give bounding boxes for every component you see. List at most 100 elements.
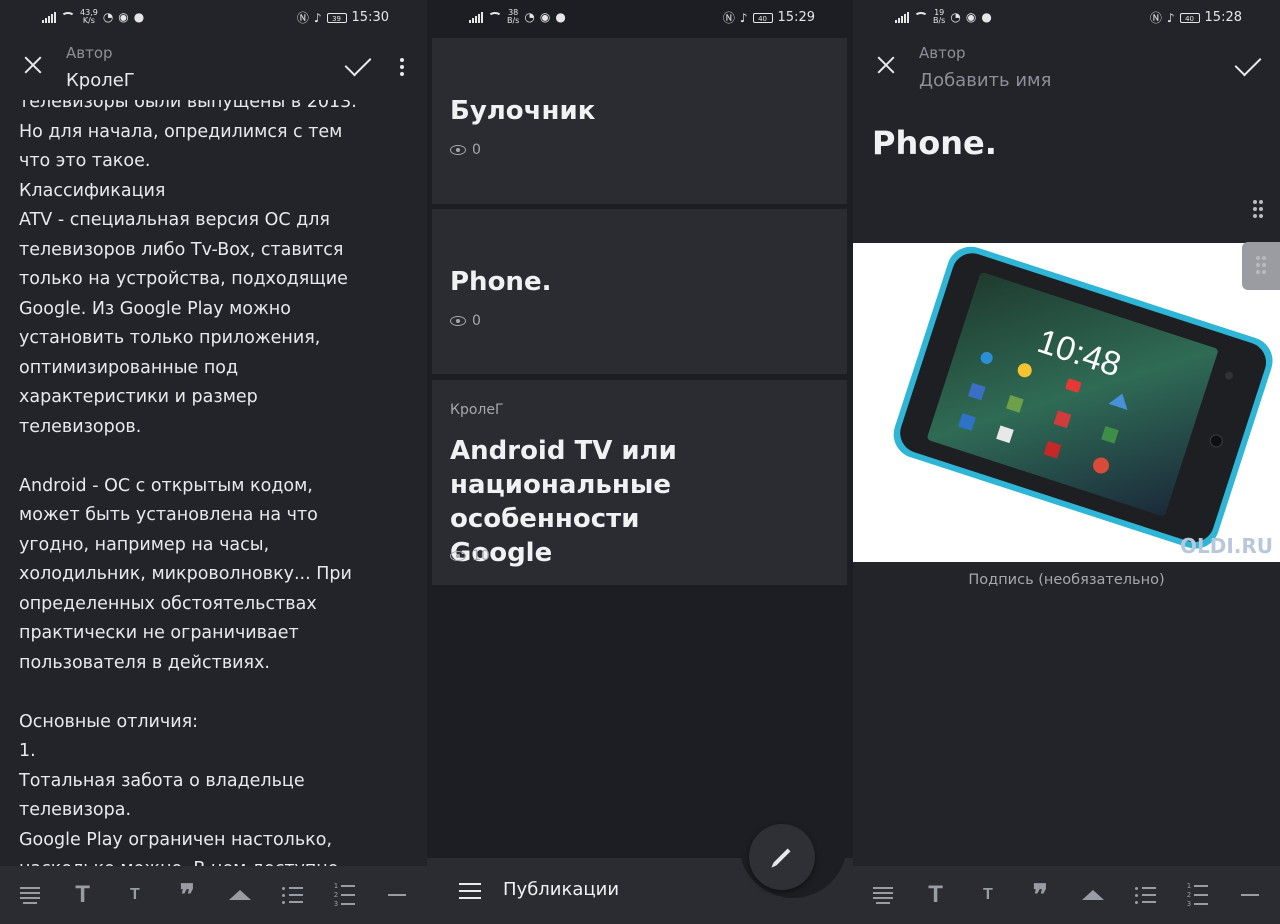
menu-icon[interactable] — [459, 883, 481, 904]
confirm-check-icon[interactable] — [344, 49, 372, 77]
nfc-icon: Ⓝ — [722, 11, 735, 25]
author-label: Автор — [66, 44, 113, 62]
numbered-list-icon[interactable]: 123 — [330, 881, 358, 909]
views-count: 0 — [472, 313, 481, 329]
publications-screen: 38 B/s ◔ ◉ ● Ⓝ ♪ 40 15:29 Булочник 0 Phon… — [427, 0, 853, 924]
phone-photo: 10:48 OLDI.RU — [893, 246, 1273, 558]
clock: 15:29 — [777, 10, 815, 25]
wifi-icon — [914, 12, 928, 22]
publication-card[interactable]: Phone. 0 — [432, 209, 847, 374]
clock: 15:28 — [1204, 10, 1242, 25]
battery-icon: 39 — [326, 12, 347, 23]
watermark-text: OLDI.RU — [1180, 534, 1273, 558]
wifi-icon — [61, 12, 75, 22]
image-icon[interactable] — [1079, 881, 1107, 909]
eye-icon — [450, 316, 466, 326]
heading-small-icon[interactable]: T — [121, 881, 149, 909]
publication-title: Phone. — [450, 267, 552, 297]
publication-card[interactable]: КролеГ Android TV или национальные особе… — [432, 380, 847, 585]
views-counter: 0 — [450, 142, 481, 158]
confirm-check-icon[interactable] — [1234, 49, 1262, 77]
publication-title: Булочник — [450, 96, 596, 126]
author-name-field[interactable]: КролеГ — [66, 70, 135, 91]
publication-card[interactable]: Булочник 0 — [432, 38, 847, 204]
nfc-icon: Ⓝ — [296, 11, 309, 25]
silent-mode-icon: ♪ — [313, 10, 322, 25]
nfc-icon: Ⓝ — [1149, 11, 1162, 25]
close-icon[interactable] — [20, 52, 46, 78]
caption-input[interactable]: Подпись (необязательно) — [853, 572, 1280, 588]
bulleted-list-icon[interactable] — [278, 881, 306, 909]
empty-line — [19, 678, 399, 708]
new-post-button[interactable] — [749, 824, 815, 890]
status-bar: 38 B/s ◔ ◉ ● Ⓝ ♪ 40 15:29 — [427, 0, 853, 34]
article-scroll-area[interactable]: телевизоры были выпущены в 2013. Но для … — [0, 100, 427, 866]
image-drag-tab[interactable] — [1242, 242, 1280, 290]
signal-icon — [469, 11, 483, 23]
editor-app-bar: Автор КролеГ — [0, 38, 427, 98]
close-icon[interactable] — [873, 52, 899, 78]
clock: 15:30 — [351, 10, 389, 25]
quote-icon[interactable]: ❞ — [1026, 881, 1054, 909]
wifi-icon — [488, 12, 502, 22]
music-app-icon: ● — [555, 10, 566, 24]
article-line: телевизоры были выпущены в 2013. — [19, 100, 357, 112]
network-speed: 38 B/s — [507, 8, 520, 25]
paragraph-icon[interactable] — [869, 881, 897, 909]
editor-screen: 43,9 K/s ◔ ◉ ● Ⓝ ♪ 39 15:30 телевизоры бы… — [0, 0, 427, 924]
screens-container: 43,9 K/s ◔ ◉ ● Ⓝ ♪ 39 15:30 телевизоры бы… — [0, 0, 1280, 924]
eye-comfort-icon: ◉ — [539, 10, 551, 24]
music-app-icon: ● — [133, 10, 145, 24]
signal-icon — [42, 11, 56, 23]
author-label: Автор — [919, 44, 966, 62]
battery-icon: 40 — [1179, 12, 1200, 23]
author-name-input[interactable]: Добавить имя — [919, 70, 1051, 91]
views-count: 10 — [472, 548, 490, 564]
post-image[interactable]: 10:48 OLDI.RU — [853, 243, 1280, 562]
article-paragraph: Google Play ограничен настолько, насколь… — [19, 829, 338, 867]
quote-icon[interactable]: ❞ — [173, 881, 201, 909]
battery-icon: 40 — [752, 12, 773, 23]
pencil-icon — [773, 848, 791, 866]
nav-title: Публикации — [503, 879, 620, 900]
more-options-icon[interactable] — [400, 58, 404, 79]
heading-large-icon[interactable]: T — [922, 881, 950, 909]
empty-line — [19, 442, 399, 472]
signal-icon — [895, 11, 909, 23]
heading-large-icon[interactable]: T — [69, 881, 97, 909]
article-body[interactable]: телевизоры были выпущены в 2013. Но для … — [19, 100, 399, 866]
image-icon[interactable] — [226, 881, 254, 909]
article-paragraph: Android - ОС с открытым кодом, может быт… — [19, 475, 352, 673]
article-paragraph: Классификация — [19, 180, 166, 201]
app-notification-icon: ◔ — [102, 10, 114, 24]
network-speed: 43,9 K/s — [80, 8, 98, 25]
drag-handle-icon[interactable] — [1253, 200, 1263, 218]
article-paragraph: ATV - специальная версия ОС для телевизо… — [19, 210, 348, 437]
publication-author: КролеГ — [450, 402, 504, 418]
drag-handle-icon — [1256, 256, 1266, 274]
format-toolbar: T T ❞ 123 — [853, 866, 1280, 924]
app-notification-icon: ◔ — [524, 10, 535, 24]
heading-small-icon[interactable]: T — [974, 881, 1002, 909]
article-paragraph: Тотальная забота о владельце телевизора. — [19, 770, 305, 821]
article-paragraph: Но для начала, опредилимся с тем что это… — [19, 121, 343, 172]
status-bar: 43,9 K/s ◔ ◉ ● Ⓝ ♪ 39 15:30 — [0, 0, 427, 34]
status-bar: 19 B/s ◔ ◉ ● Ⓝ ♪ 40 15:28 — [853, 0, 1280, 34]
numbered-list-icon[interactable]: 123 — [1183, 881, 1211, 909]
app-notification-icon: ◔ — [950, 10, 961, 24]
divider-icon[interactable] — [383, 881, 411, 909]
divider-icon[interactable] — [1236, 881, 1264, 909]
network-speed: 19 B/s — [933, 8, 946, 25]
paragraph-icon[interactable] — [16, 881, 44, 909]
bulleted-list-icon[interactable] — [1131, 881, 1159, 909]
new-post-app-bar: Автор Добавить имя — [853, 38, 1280, 98]
eye-icon — [450, 551, 466, 561]
views-counter: 0 — [450, 313, 481, 329]
post-title[interactable]: Phone. — [872, 124, 997, 162]
eye-icon — [450, 145, 466, 155]
silent-mode-icon: ♪ — [739, 10, 748, 25]
article-paragraph: 1. — [19, 741, 36, 761]
publication-title: Android TV или национальные особенности … — [450, 436, 677, 568]
article-paragraph: Основные отличия: — [19, 711, 199, 732]
format-toolbar: T T ❞ 123 — [0, 866, 427, 924]
